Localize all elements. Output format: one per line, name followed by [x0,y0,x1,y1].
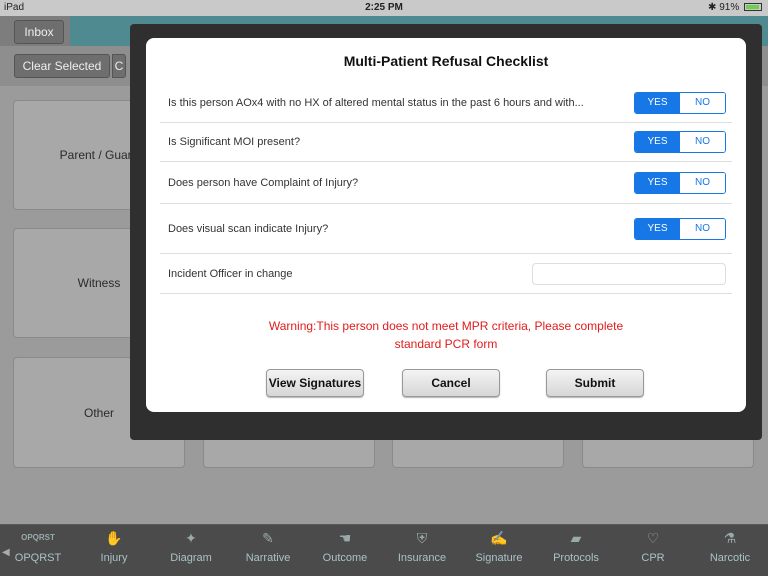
status-bar: iPad 2:25 PM ✱ 91% [0,0,768,16]
hand-icon: ✋ [105,530,123,546]
question-row-complaint: Does person have Complaint of Injury? YE… [160,162,732,204]
outcome-icon: ☚ [338,530,352,546]
view-signatures-button[interactable]: View Signatures [266,369,364,397]
tab-signature[interactable]: ✍ Signature [461,525,537,576]
officer-input[interactable] [532,262,726,285]
officer-label: Incident Officer in change [168,267,293,280]
body-icon: ✦ [185,530,197,546]
cancel-button[interactable]: Cancel [402,369,500,397]
tab-outcome[interactable]: ☚ Outcome [307,525,383,576]
no-option[interactable]: NO [680,172,725,193]
card-placeholder [392,436,564,468]
yes-no-toggle: YES NO [634,131,726,153]
question-label: Does visual scan indicate Injury? [168,222,329,235]
inbox-button[interactable]: Inbox [14,20,64,44]
tab-narrative[interactable]: ✎ Narrative [230,525,306,576]
yes-option[interactable]: YES [635,172,680,193]
tab-opqrst[interactable]: OPQRST OPQRST [0,525,76,576]
battery-icon [744,3,762,12]
clear-selected-extra[interactable]: C [112,54,126,78]
yes-option[interactable]: YES [635,93,680,113]
tab-injury[interactable]: ✋ Injury [76,525,152,576]
clear-selected-button[interactable]: Clear Selected [14,54,110,78]
no-option[interactable]: NO [680,93,725,113]
card-placeholder [582,436,754,468]
narrative-icon: ✎ [262,530,274,546]
question-label: Does person have Complaint of Injury? [168,176,359,189]
question-label: Is Significant MOI present? [168,136,301,148]
tab-protocols[interactable]: ▰ Protocols [538,525,614,576]
question-label: Is this person AOx4 with no HX of altere… [168,97,584,109]
officer-row: Incident Officer in change [160,254,732,294]
mpr-warning: Warning:This person does not meet MPR cr… [268,319,624,351]
no-option[interactable]: NO [680,132,725,152]
question-row-aox4: Is this person AOx4 with no HX of altere… [160,84,732,123]
signature-icon: ✍ [490,530,508,546]
yes-no-toggle: YES NO [634,171,726,194]
question-row-visual-scan: Does visual scan indicate Injury? YES NO [160,204,732,254]
yes-no-toggle: YES NO [634,217,726,240]
bluetooth-icon: ✱ [708,2,717,13]
dialog-title: Multi-Patient Refusal Checklist [343,53,549,69]
battery-indicator: ✱ 91% [708,2,762,13]
refusal-checklist-dialog: Multi-Patient Refusal Checklist Is this … [146,38,746,412]
tab-narcotic[interactable]: ⚗ Narcotic [692,525,768,576]
bottom-tab-bar: ◀ OPQRST OPQRST ✋ Injury ✦ Diagram ✎ Nar… [0,524,768,576]
status-time: 2:25 PM [365,2,403,13]
shield-icon: ⛨ [416,530,428,546]
question-row-moi: Is Significant MOI present? YES NO [160,123,732,162]
yes-no-toggle: YES NO [634,92,726,114]
heart-icon: ♡ [646,530,660,546]
narcotic-icon: ⚗ [723,530,737,546]
battery-percent: 91% [719,2,740,13]
yes-option[interactable]: YES [635,132,680,152]
yes-option[interactable]: YES [635,218,680,239]
tab-cpr[interactable]: ♡ CPR [615,525,691,576]
folder-icon: ▰ [570,530,582,546]
card-placeholder [203,436,375,468]
no-option[interactable]: NO [680,218,725,239]
tab-diagram[interactable]: ✦ Diagram [153,525,229,576]
tab-insurance[interactable]: ⛨ Insurance [384,525,460,576]
opqrst-icon: OPQRST [21,533,55,542]
submit-button[interactable]: Submit [546,369,644,397]
